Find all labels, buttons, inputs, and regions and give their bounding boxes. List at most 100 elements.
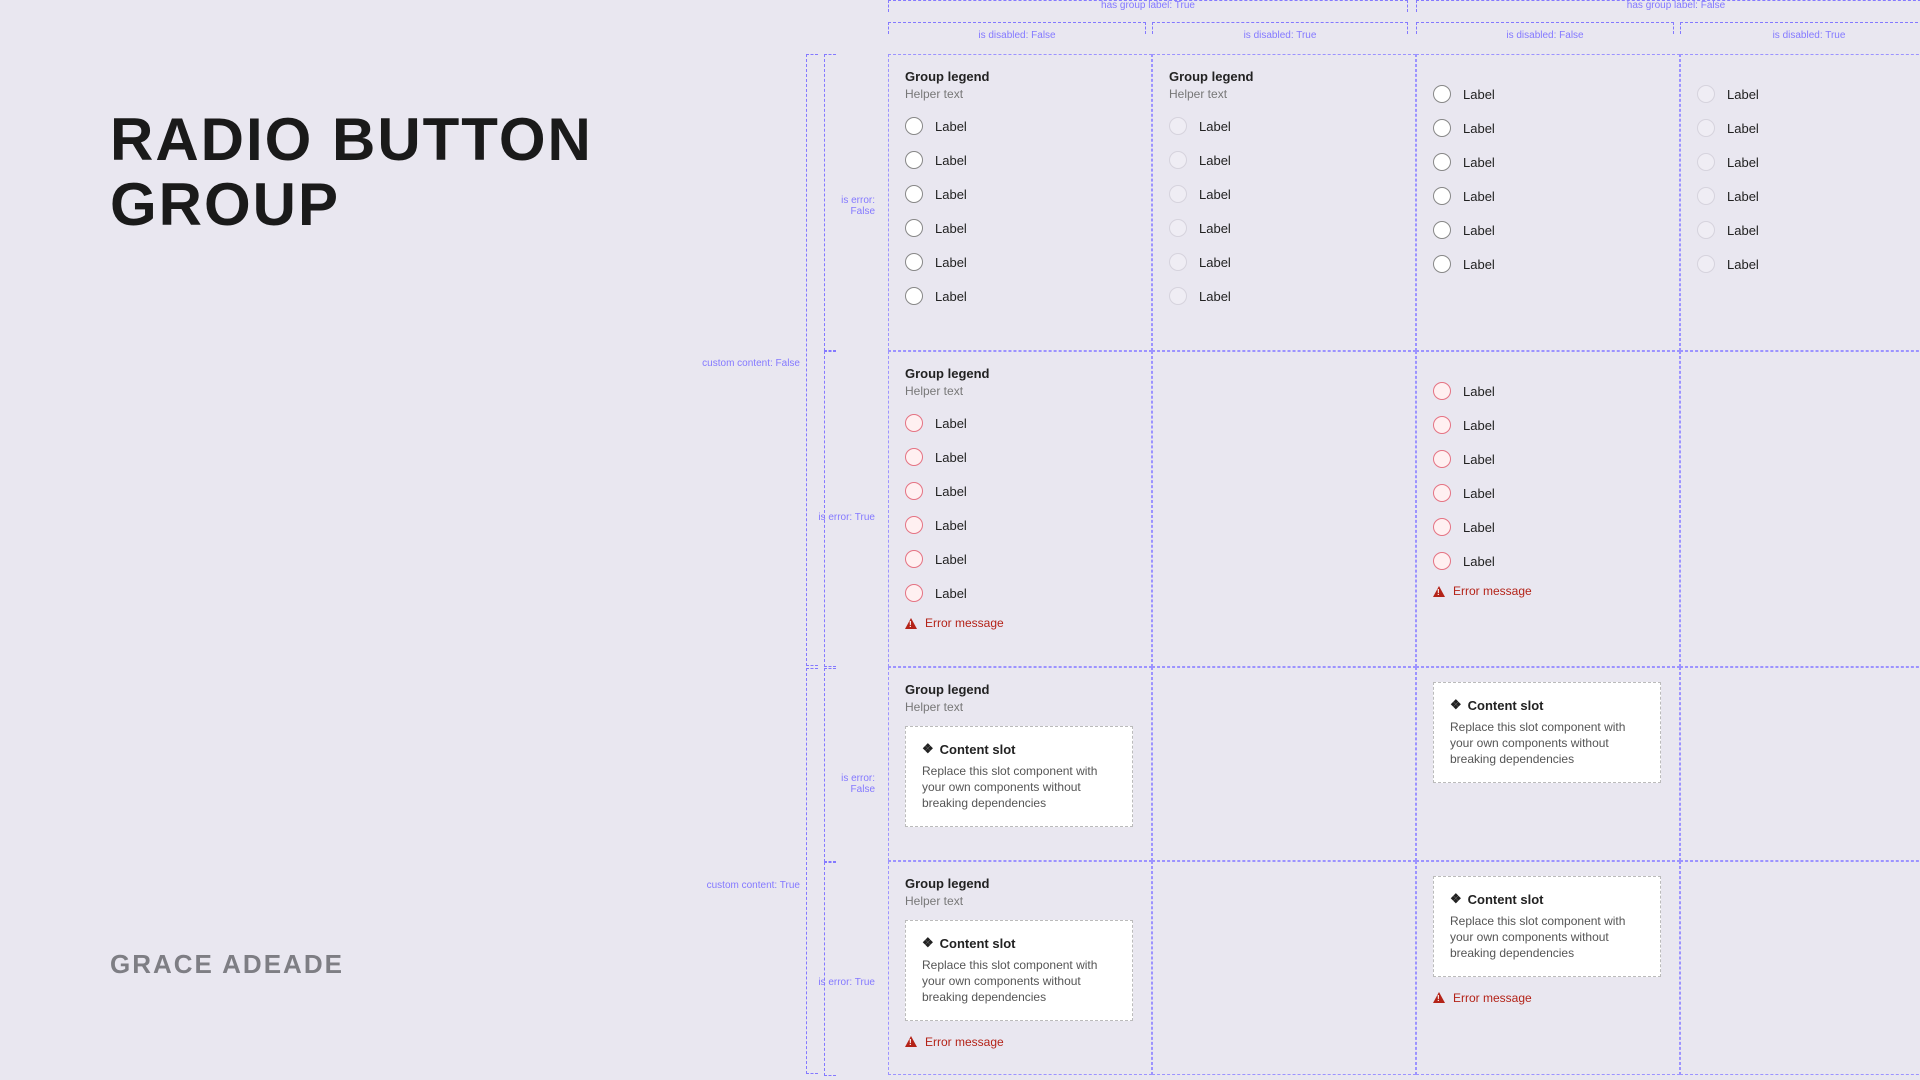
slot-body: Replace this slot component with your ow…: [922, 957, 1116, 1006]
radio-circle-icon[interactable]: [1433, 518, 1451, 536]
radio-circle-icon[interactable]: [1433, 153, 1451, 171]
label-error-true-2: is error: True: [815, 977, 875, 988]
label-disabled-true-a: is disabled: True: [1180, 30, 1380, 41]
label-custom-content-false: custom content: False: [700, 358, 800, 369]
label-disabled-false-b: is disabled: False: [1445, 30, 1645, 41]
label-error-false-2: is error: False: [815, 773, 875, 795]
radio-item[interactable]: Label: [1433, 518, 1663, 536]
radio-circle-icon[interactable]: [1433, 255, 1451, 273]
radio-circle-icon: [1697, 119, 1715, 137]
radio-item[interactable]: Label: [1433, 416, 1663, 434]
radio-circle-icon: [1697, 255, 1715, 273]
radio-item[interactable]: Label: [1433, 255, 1663, 273]
radio-item: Label: [1169, 151, 1399, 169]
radio-item[interactable]: Label: [1433, 552, 1663, 570]
radio-circle-icon[interactable]: [1433, 382, 1451, 400]
radio-item[interactable]: Label: [1433, 450, 1663, 468]
radio-label: Label: [1463, 418, 1495, 433]
variant-nolegend-enabled-custom-err: ❖Content slot Replace this slot componen…: [1416, 861, 1680, 1075]
label-disabled-true-b: is disabled: True: [1709, 30, 1909, 41]
radio-label: Label: [1727, 87, 1759, 102]
radio-item[interactable]: Label: [1433, 85, 1663, 103]
radio-circle-icon[interactable]: [1433, 484, 1451, 502]
radio-circle-icon[interactable]: [905, 219, 923, 237]
radio-item[interactable]: Label: [1433, 221, 1663, 239]
group-legend: Group legend: [905, 682, 1135, 697]
radio-circle-icon[interactable]: [905, 287, 923, 305]
radio-item[interactable]: Label: [905, 482, 1135, 500]
radio-label: Label: [1463, 121, 1495, 136]
radio-item[interactable]: Label: [905, 253, 1135, 271]
helper-text: Helper text: [905, 87, 1135, 101]
variant-nolegend-disabled-noerr: LabelLabelLabelLabelLabelLabel: [1680, 54, 1920, 351]
radio-label: Label: [935, 255, 967, 270]
variant-nolegend-disabled-custom-err: [1680, 861, 1920, 1075]
radio-item[interactable]: Label: [1433, 119, 1663, 137]
radio-label: Label: [1463, 452, 1495, 467]
radio-item[interactable]: Label: [1433, 187, 1663, 205]
radio-circle-icon[interactable]: [905, 253, 923, 271]
error-message: Error message: [1453, 991, 1532, 1005]
content-slot: ❖Content slot Replace this slot componen…: [1433, 876, 1661, 977]
radio-circle-icon: [1169, 117, 1187, 135]
radio-label: Label: [935, 450, 967, 465]
radio-circle-icon[interactable]: [905, 414, 923, 432]
radio-item[interactable]: Label: [905, 185, 1135, 203]
radio-item[interactable]: Label: [905, 584, 1135, 602]
title-line2: Group: [110, 171, 340, 238]
bracket-error-true-2: [824, 862, 836, 1076]
radio-item[interactable]: Label: [905, 117, 1135, 135]
radio-item[interactable]: Label: [905, 287, 1135, 305]
radio-item[interactable]: Label: [905, 414, 1135, 432]
radio-item[interactable]: Label: [905, 516, 1135, 534]
radio-item[interactable]: Label: [905, 448, 1135, 466]
helper-text: Helper text: [905, 384, 1135, 398]
radio-item: Label: [1697, 85, 1920, 103]
radio-label: Label: [1199, 255, 1231, 270]
radio-item[interactable]: Label: [1433, 382, 1663, 400]
radio-circle-icon[interactable]: [1433, 552, 1451, 570]
radio-item[interactable]: Label: [905, 550, 1135, 568]
content-slot: ❖Content slot Replace this slot componen…: [1433, 682, 1661, 783]
radio-circle-icon[interactable]: [905, 482, 923, 500]
slot-glyph-icon: ❖: [1450, 697, 1462, 713]
radio-item: Label: [1169, 253, 1399, 271]
radio-label: Label: [1199, 153, 1231, 168]
error-message: Error message: [925, 616, 1004, 630]
radio-item: Label: [1697, 153, 1920, 171]
radio-item: Label: [1169, 219, 1399, 237]
slot-glyph-icon: ❖: [922, 935, 934, 951]
radio-circle-icon[interactable]: [1433, 450, 1451, 468]
slot-body: Replace this slot component with your ow…: [1450, 719, 1644, 768]
group-legend: Group legend: [905, 69, 1135, 84]
error-row: Error message: [1433, 991, 1663, 1005]
radio-circle-icon[interactable]: [905, 117, 923, 135]
radio-label: Label: [935, 187, 967, 202]
radio-label: Label: [1463, 189, 1495, 204]
radio-circle-icon[interactable]: [905, 516, 923, 534]
radio-circle-icon[interactable]: [905, 185, 923, 203]
content-slot: ❖Content slot Replace this slot componen…: [905, 920, 1133, 1021]
radio-circle-icon[interactable]: [1433, 416, 1451, 434]
radio-item[interactable]: Label: [905, 151, 1135, 169]
slot-glyph-icon: ❖: [922, 741, 934, 757]
radio-item: Label: [1697, 119, 1920, 137]
author-name: GRACE ADEADE: [110, 949, 344, 980]
variant-legend-disabled-err: [1152, 351, 1416, 667]
radio-circle-icon[interactable]: [905, 584, 923, 602]
radio-item[interactable]: Label: [1433, 484, 1663, 502]
radio-circle-icon[interactable]: [905, 550, 923, 568]
radio-circle-icon[interactable]: [905, 151, 923, 169]
radio-circle-icon[interactable]: [1433, 85, 1451, 103]
radio-circle-icon[interactable]: [1433, 221, 1451, 239]
radio-item[interactable]: Label: [905, 219, 1135, 237]
radio-circle-icon[interactable]: [905, 448, 923, 466]
variant-legend-disabled-noerr: Group legend Helper text LabelLabelLabel…: [1152, 54, 1416, 351]
radio-circle-icon[interactable]: [1433, 119, 1451, 137]
radio-circle-icon: [1697, 153, 1715, 171]
helper-text: Helper text: [1169, 87, 1399, 101]
radio-circle-icon[interactable]: [1433, 187, 1451, 205]
radio-item[interactable]: Label: [1433, 153, 1663, 171]
variant-legend-enabled-noerr: Group legend Helper text Label Label Label…: [888, 54, 1152, 351]
warning-icon: [905, 1036, 917, 1047]
